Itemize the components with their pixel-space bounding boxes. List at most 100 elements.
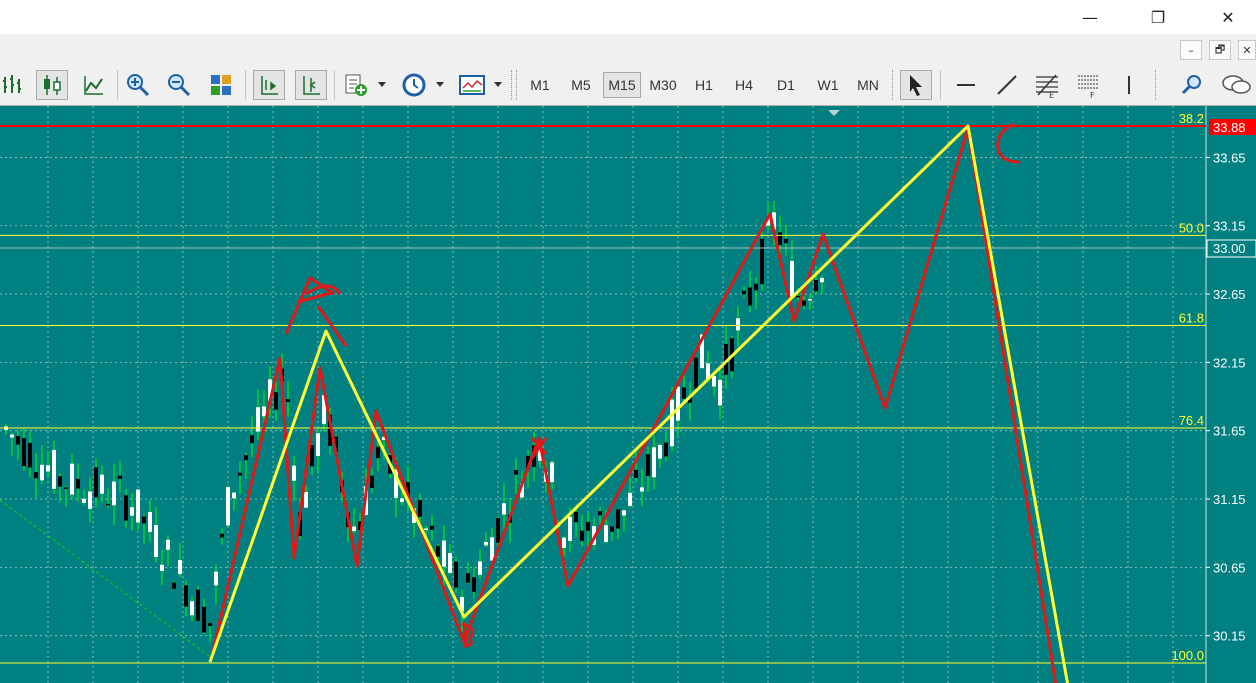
candle-body bbox=[154, 524, 158, 557]
candle-body bbox=[196, 589, 200, 621]
zoom-out-icon[interactable] bbox=[163, 70, 195, 100]
line-chart-icon[interactable] bbox=[78, 70, 110, 100]
candle-body bbox=[652, 447, 656, 478]
price-tick-label: 32.15 bbox=[1213, 355, 1246, 370]
timeframe-d1-button[interactable]: D1 bbox=[768, 72, 804, 98]
candle-body bbox=[124, 495, 128, 521]
candle-body bbox=[436, 545, 440, 557]
periods-dropdown-arrow[interactable] bbox=[436, 82, 444, 87]
candle-body bbox=[736, 318, 740, 331]
candle-body bbox=[760, 238, 764, 285]
bar-chart-icon[interactable] bbox=[0, 70, 28, 100]
chart-close-button[interactable]: ✕ bbox=[1238, 40, 1256, 60]
candle-body bbox=[658, 444, 662, 459]
price-tick-label: 30.65 bbox=[1213, 560, 1246, 575]
candle-body bbox=[28, 442, 32, 468]
toolbar-separator bbox=[940, 70, 941, 100]
templates-dropdown-arrow[interactable] bbox=[494, 82, 502, 87]
current-price-label: 33.88 bbox=[1213, 120, 1246, 135]
candle-body bbox=[796, 295, 800, 298]
fibonacci-icon[interactable]: E bbox=[1031, 70, 1063, 100]
candle-body bbox=[808, 298, 812, 301]
timeframe-w1-button[interactable]: W1 bbox=[809, 72, 847, 98]
candle-body bbox=[754, 283, 758, 291]
toolbar-separator bbox=[245, 70, 246, 100]
candle-body bbox=[622, 510, 626, 516]
candle-body bbox=[208, 623, 212, 627]
cursor-icon[interactable] bbox=[900, 70, 932, 100]
candle-body bbox=[430, 525, 434, 530]
timeframe-mn-button[interactable]: MN bbox=[849, 72, 887, 98]
candle-body bbox=[514, 470, 518, 475]
candlestick-chart-icon[interactable] bbox=[36, 70, 68, 100]
search-icon[interactable] bbox=[1176, 70, 1208, 100]
timeframe-m1-button[interactable]: M1 bbox=[522, 72, 558, 98]
svg-text:F: F bbox=[1090, 91, 1095, 99]
candle-body bbox=[748, 287, 752, 306]
timeframe-m5-button[interactable]: M5 bbox=[563, 72, 599, 98]
svg-text:E: E bbox=[1049, 91, 1054, 99]
candle-body bbox=[376, 446, 380, 459]
candle-body bbox=[646, 454, 650, 476]
price-tick-label: 31.15 bbox=[1213, 492, 1246, 507]
fib-level-label: 50.0 bbox=[1179, 220, 1204, 235]
timeframe-m30-button[interactable]: M30 bbox=[644, 72, 682, 98]
fibonacci-fan-icon[interactable]: F bbox=[1072, 70, 1104, 100]
indicators-icon[interactable] bbox=[340, 70, 372, 100]
periods-icon[interactable] bbox=[398, 70, 430, 100]
auto-scroll-icon[interactable] bbox=[295, 70, 327, 100]
fib-level-label: 38.2 bbox=[1179, 111, 1204, 126]
timeframe-h1-button[interactable]: H1 bbox=[686, 72, 722, 98]
toolbar-grip[interactable] bbox=[1155, 70, 1159, 100]
candle-body bbox=[214, 571, 218, 586]
candle-body bbox=[22, 438, 26, 466]
candle-body bbox=[40, 464, 44, 481]
candle-body bbox=[418, 499, 422, 517]
candle-body bbox=[814, 280, 818, 292]
templates-icon[interactable] bbox=[456, 70, 488, 100]
price-chart[interactable]: 38.2 50.0 61.8 76.4 100.0 33.65 33.15 32.65 32.… bbox=[0, 106, 1256, 683]
toolbar-grip[interactable] bbox=[511, 70, 515, 100]
candle-body bbox=[586, 521, 590, 531]
candle-body bbox=[88, 491, 92, 509]
candle-body bbox=[130, 507, 134, 516]
candle-body bbox=[442, 540, 446, 567]
timeframe-h4-button[interactable]: H4 bbox=[726, 72, 762, 98]
chart-minimize-button[interactable]: – bbox=[1180, 40, 1202, 60]
window-minimize-button[interactable]: — bbox=[1067, 0, 1113, 34]
candle-body bbox=[238, 472, 242, 476]
candle-body bbox=[34, 472, 38, 479]
candle-body bbox=[148, 511, 152, 532]
candle-body bbox=[472, 577, 476, 592]
candle-body bbox=[52, 449, 56, 489]
candle-body bbox=[478, 561, 482, 575]
price-tick-label: 33.15 bbox=[1213, 219, 1246, 234]
candle-body bbox=[178, 560, 182, 575]
candle-body bbox=[220, 533, 224, 538]
zoom-in-icon[interactable] bbox=[122, 70, 154, 100]
price-tick-label: 33.65 bbox=[1213, 150, 1246, 165]
chart-shift-icon[interactable] bbox=[253, 70, 285, 100]
window-restore-button[interactable]: ❐ bbox=[1135, 0, 1181, 34]
candle-body bbox=[640, 487, 644, 492]
candle-body bbox=[112, 481, 116, 506]
toolbar-grip[interactable] bbox=[892, 70, 896, 100]
chat-icon[interactable] bbox=[1220, 70, 1252, 100]
candle-body bbox=[778, 232, 782, 246]
trendline-icon[interactable] bbox=[991, 70, 1023, 100]
timeframe-m15-button[interactable]: M15 bbox=[603, 72, 641, 98]
candle-body bbox=[628, 492, 632, 506]
candle-body bbox=[82, 498, 86, 503]
candle-body bbox=[184, 585, 188, 607]
window-close-button[interactable]: ✕ bbox=[1205, 0, 1251, 34]
horizontal-line-icon[interactable] bbox=[950, 70, 982, 100]
toolbar-grip[interactable] bbox=[516, 70, 520, 100]
vertical-line-icon[interactable] bbox=[1113, 70, 1145, 100]
tile-windows-icon[interactable] bbox=[205, 70, 237, 100]
price-axis bbox=[1206, 106, 1256, 683]
candle-body bbox=[172, 582, 176, 589]
indicators-dropdown-arrow[interactable] bbox=[378, 82, 386, 87]
chart-restore-button[interactable]: 🗗 bbox=[1209, 40, 1231, 60]
candle-body bbox=[784, 238, 788, 244]
candle-body bbox=[448, 553, 452, 573]
